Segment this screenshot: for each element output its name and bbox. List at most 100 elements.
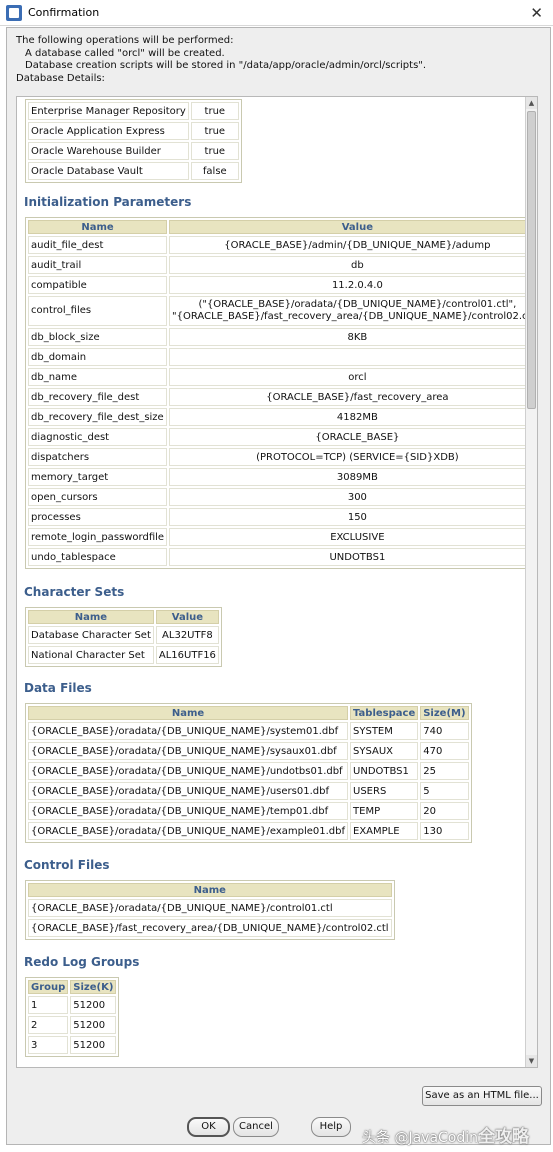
datafile-name: {ORACLE_BASE}/oradata/{DB_UNIQUE_NAME}/t… — [28, 802, 349, 820]
datafile-name: {ORACLE_BASE}/oradata/{DB_UNIQUE_NAME}/e… — [28, 822, 349, 840]
table-row: Oracle Warehouse Builder true — [28, 142, 239, 160]
section-title-redologs: Redo Log Groups — [24, 955, 140, 969]
scroll-down-icon[interactable]: ▼ — [526, 1055, 537, 1067]
vertical-scrollbar[interactable]: ▲ ▼ — [525, 97, 537, 1067]
charset-name: Database Character Set — [28, 626, 154, 644]
param-name: processes — [28, 508, 168, 526]
table-row: National Character Set AL16UTF16 — [28, 646, 219, 664]
param-name: open_cursors — [28, 488, 168, 506]
table-row: Oracle Database Vault false — [28, 162, 239, 180]
component-name: Oracle Database Vault — [28, 162, 189, 180]
datafile-name: {ORACLE_BASE}/oradata/{DB_UNIQUE_NAME}/s… — [28, 742, 349, 760]
param-name: diagnostic_dest — [28, 428, 168, 446]
watermark: 头条 @JavaCodin全攻略 — [362, 1122, 529, 1147]
intro-text: The following operations will be perform… — [16, 35, 536, 85]
param-value: 150 — [169, 508, 526, 526]
component-name: Oracle Warehouse Builder — [28, 142, 189, 160]
table-row: db_recovery_file_dest_size 4182MB — [28, 408, 526, 426]
table-row: diagnostic_dest {ORACLE_BASE} — [28, 428, 526, 446]
table-row: {ORACLE_BASE}/fast_recovery_area/{DB_UNI… — [28, 919, 392, 937]
charset-value: AL16UTF16 — [155, 646, 219, 664]
section-title-controlfiles: Control Files — [24, 858, 110, 872]
datafiles-table: Name Tablespace Size(M) {ORACLE_BASE}/orad… — [25, 703, 472, 843]
param-name: dispatchers — [28, 448, 168, 466]
param-value: {ORACLE_BASE} — [169, 428, 526, 446]
datafile-tablespace: SYSTEM — [350, 722, 419, 740]
datafile-tablespace: SYSAUX — [350, 742, 419, 760]
table-row: {ORACLE_BASE}/oradata/{DB_UNIQUE_NAME}/t… — [28, 802, 469, 820]
app-window-icon — [6, 4, 22, 21]
column-header: Name — [28, 883, 392, 897]
charsets-table: Name Value Database Character Set AL32UTF8… — [25, 607, 222, 667]
param-name: db_block_size — [28, 328, 168, 346]
close-icon[interactable]: ✕ — [530, 3, 543, 23]
table-row: compatible 11.2.0.4.0 — [28, 276, 526, 294]
table-row: {ORACLE_BASE}/oradata/{DB_UNIQUE_NAME}/u… — [28, 782, 469, 800]
details-scroll-pane[interactable]: Enterprise Manager Repository true Oracle … — [16, 96, 538, 1068]
charset-name: National Character Set — [28, 646, 154, 664]
redolog-size: 51200 — [70, 1016, 117, 1034]
init-params-table: Name Value audit_file_dest {ORACLE_BASE}/a… — [25, 217, 526, 569]
param-value: 3089MB — [169, 468, 526, 486]
table-row: control_files ("{ORACLE_BASE}/oradata/{DB… — [28, 296, 526, 326]
param-name: db_recovery_file_dest — [28, 388, 168, 406]
param-value: orcl — [169, 368, 526, 386]
column-header: Size(K) — [70, 980, 117, 994]
param-value: EXCLUSIVE — [169, 528, 526, 546]
scroll-up-icon[interactable]: ▲ — [526, 97, 537, 109]
param-name: audit_trail — [28, 256, 168, 274]
save-as-html-button[interactable]: Save as an HTML file... — [422, 1086, 542, 1106]
watermark-suffix: 全攻略 — [478, 1127, 530, 1147]
datafile-size: 470 — [420, 742, 469, 760]
redolog-group: 2 — [28, 1016, 69, 1034]
param-value: {ORACLE_BASE}/fast_recovery_area — [169, 388, 526, 406]
ok-button[interactable]: OK — [187, 1117, 230, 1137]
redolog-size: 51200 — [70, 996, 117, 1014]
table-row: db_name orcl — [28, 368, 526, 386]
table-row: Database Character Set AL32UTF8 — [28, 626, 219, 644]
table-row: 3 51200 — [28, 1036, 117, 1054]
param-name: memory_target — [28, 468, 168, 486]
help-button[interactable]: Help — [311, 1117, 351, 1137]
param-value — [169, 348, 526, 366]
param-value: UNDOTBS1 — [169, 548, 526, 566]
table-row: {ORACLE_BASE}/oradata/{DB_UNIQUE_NAME}/c… — [28, 899, 392, 917]
table-row: processes 150 — [28, 508, 526, 526]
table-row: undo_tablespace UNDOTBS1 — [28, 548, 526, 566]
table-row: {ORACLE_BASE}/oradata/{DB_UNIQUE_NAME}/s… — [28, 722, 469, 740]
param-value: 8KB — [169, 328, 526, 346]
section-title-init-params: Initialization Parameters — [24, 195, 192, 209]
param-value: 300 — [169, 488, 526, 506]
charset-value: AL32UTF8 — [155, 626, 219, 644]
scrollbar-thumb[interactable] — [527, 111, 536, 409]
title-bar: Confirmation ✕ — [0, 0, 553, 26]
param-value-line: ("{ORACLE_BASE}/oradata/{DB_UNIQUE_NAME}… — [198, 299, 517, 310]
watermark-prefix: 头条 @JavaCodin — [362, 1130, 479, 1146]
table-row: audit_trail db — [28, 256, 526, 274]
param-value: {ORACLE_BASE}/admin/{DB_UNIQUE_NAME}/adu… — [169, 236, 526, 254]
datafile-tablespace: EXAMPLE — [350, 822, 419, 840]
param-name: audit_file_dest — [28, 236, 168, 254]
table-row: {ORACLE_BASE}/oradata/{DB_UNIQUE_NAME}/e… — [28, 822, 469, 840]
table-row: db_domain — [28, 348, 526, 366]
datafile-size: 20 — [420, 802, 469, 820]
table-row: memory_target 3089MB — [28, 468, 526, 486]
datafile-name: {ORACLE_BASE}/oradata/{DB_UNIQUE_NAME}/u… — [28, 762, 349, 780]
redolog-group: 1 — [28, 996, 69, 1014]
redologs-table: Group Size(K) 1 51200 2 51200 3 51200 — [25, 977, 120, 1057]
intro-line: A database called "orcl" will be created… — [25, 47, 225, 59]
table-row: open_cursors 300 — [28, 488, 526, 506]
datafile-size: 25 — [420, 762, 469, 780]
param-name: db_domain — [28, 348, 168, 366]
cancel-button[interactable]: Cancel — [233, 1117, 279, 1137]
table-row: db_block_size 8KB — [28, 328, 526, 346]
column-header: Tablespace — [350, 706, 419, 720]
datafile-size: 5 — [420, 782, 469, 800]
datafile-size: 130 — [420, 822, 469, 840]
component-name: Oracle Application Express — [28, 122, 189, 140]
intro-line: Database creation scripts will be stored… — [25, 60, 427, 71]
redolog-size: 51200 — [70, 1036, 117, 1054]
component-value: true — [190, 122, 239, 140]
component-value: true — [190, 102, 239, 120]
component-value: false — [190, 162, 239, 180]
